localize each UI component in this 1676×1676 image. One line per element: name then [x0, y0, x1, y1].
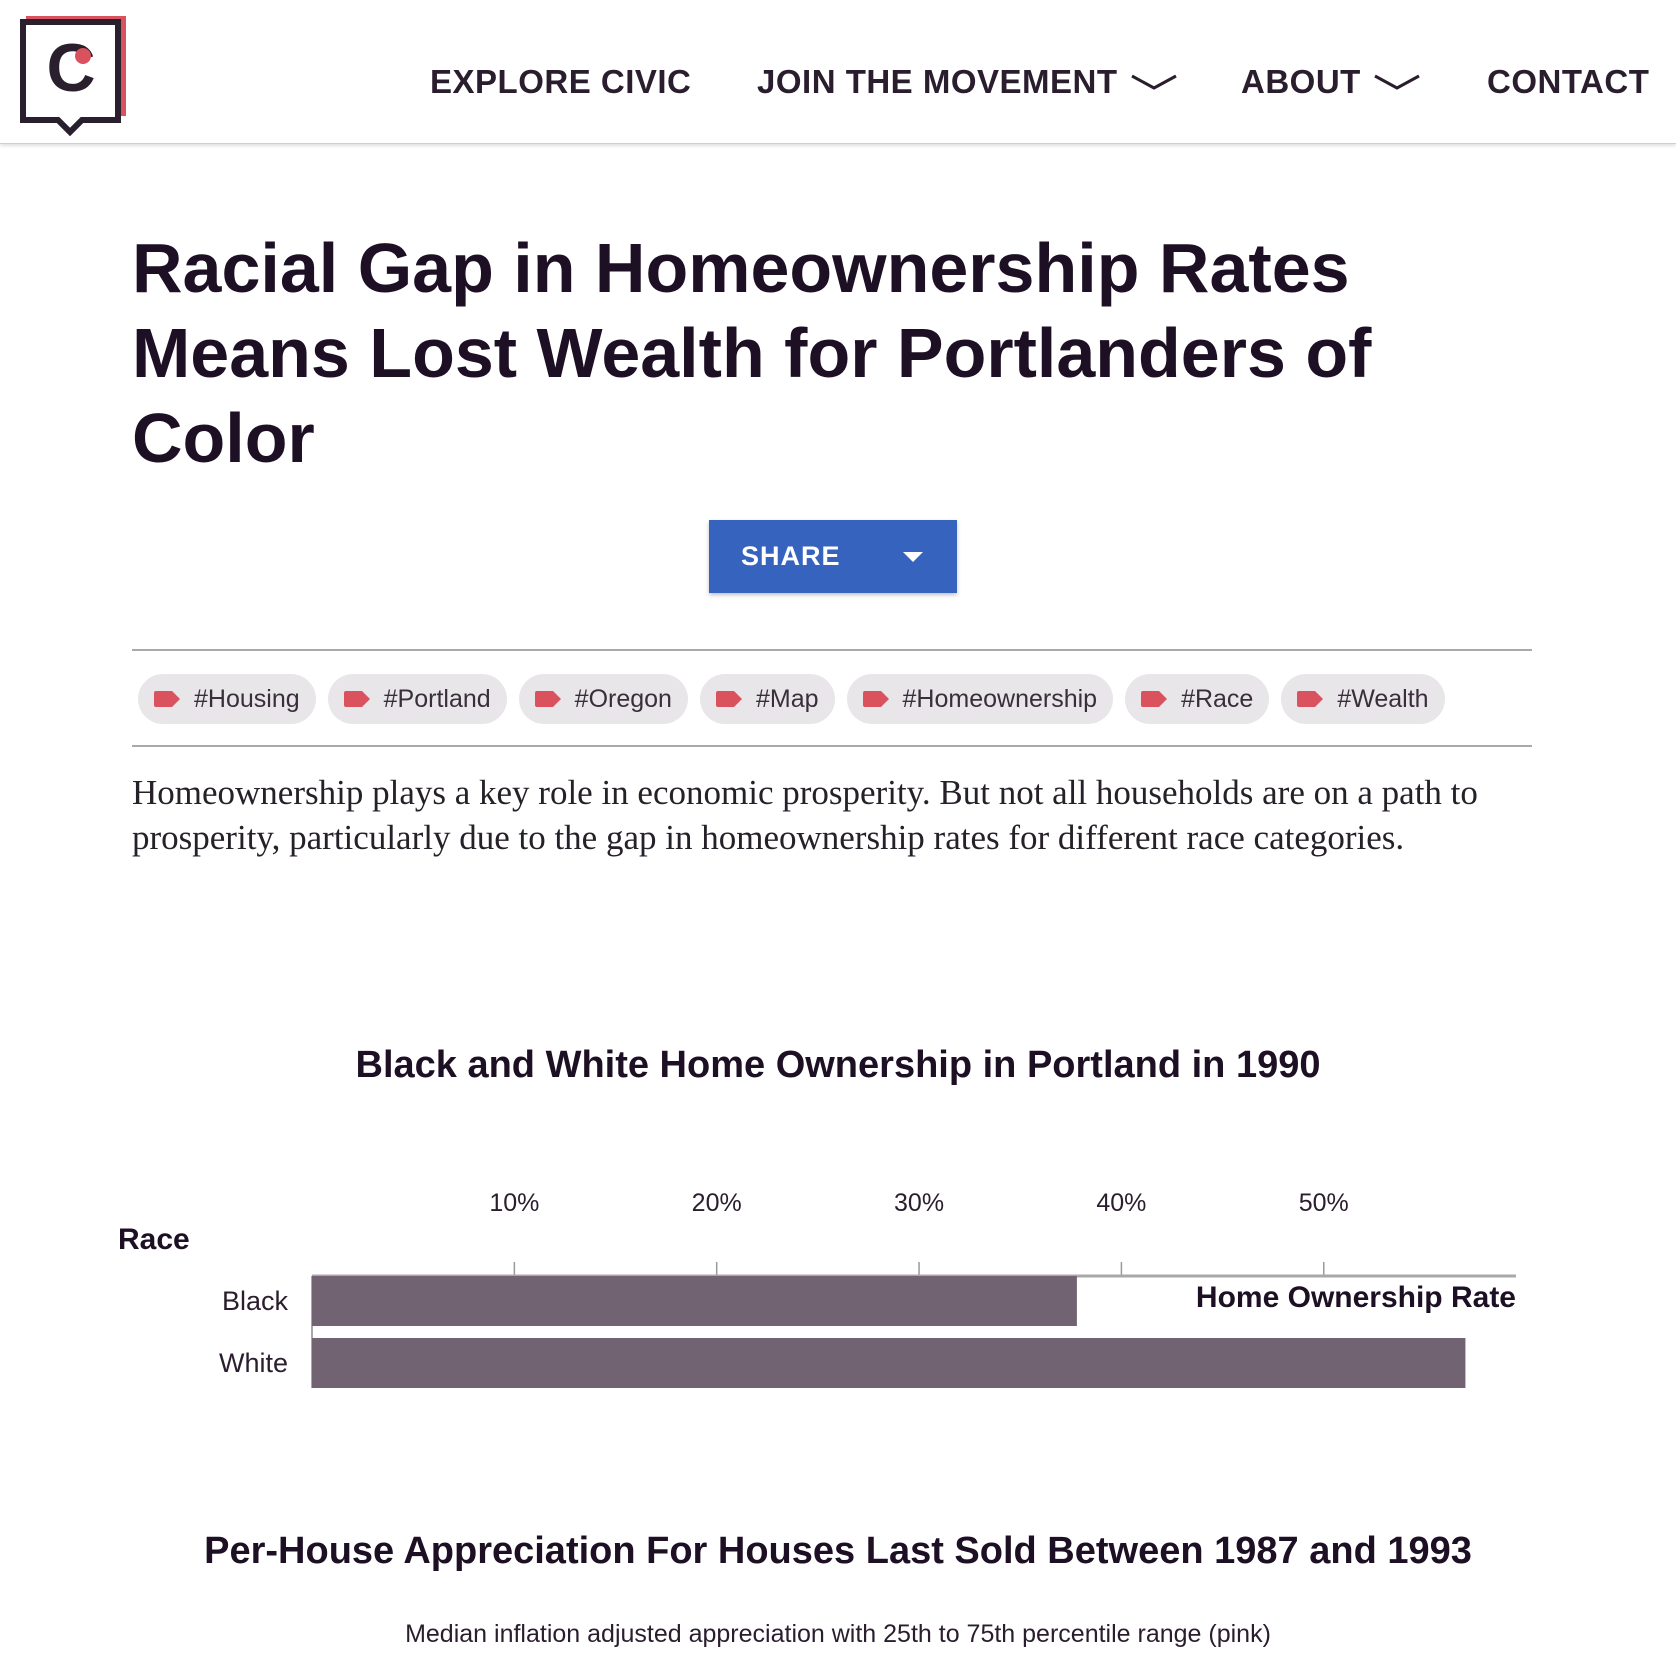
nav-contact[interactable]: CONTACT	[1487, 58, 1649, 106]
share-button[interactable]: SHARE	[709, 520, 957, 593]
tag-portland[interactable]: #Portland	[327, 674, 507, 724]
tag-homeownership[interactable]: #Homeownership	[846, 674, 1114, 724]
chevron-down-icon	[1130, 74, 1177, 90]
tag-map[interactable]: #Map	[699, 674, 835, 724]
tag-oregon[interactable]: #Oregon	[518, 674, 688, 724]
homeownership-bar-chart: 10% 20% 30% 40% 50% Race Black White Home Owners…	[118, 1189, 1516, 1388]
nav-explore-civic[interactable]: EXPLORE CIVIC	[430, 58, 691, 106]
nav-about-label: ABOUT	[1241, 63, 1361, 100]
tag-icon	[343, 691, 370, 707]
chart2-subtitle: Median inflation adjusted appreciation w…	[405, 1620, 1271, 1648]
tag-housing[interactable]: #Housing	[138, 674, 316, 724]
article-title: Racial Gap in Homeownership Rates Means …	[132, 229, 1372, 477]
nav-join-the-movement[interactable]: JOIN THE MOVEMENT	[757, 58, 1178, 106]
main-nav: EXPLORE CIVIC JOIN THE MOVEMENT ABOUT CO…	[0, 58, 1676, 106]
tag-wealth[interactable]: #Wealth	[1281, 674, 1445, 724]
tag-label: #Race	[1181, 684, 1254, 713]
tag-label: #Map	[755, 684, 819, 713]
tag-label: #Wealth	[1337, 684, 1429, 713]
tag-race[interactable]: #Race	[1125, 674, 1270, 724]
x-axis-label: Home Ownership Rate	[1196, 1281, 1516, 1314]
nav-about[interactable]: ABOUT	[1241, 58, 1421, 106]
intro-paragraph: Homeownership plays a key role in econom…	[132, 773, 1478, 857]
x-tick-label: 30%	[894, 1189, 944, 1217]
x-tick-label: 50%	[1299, 1189, 1349, 1217]
tag-icon	[862, 691, 889, 707]
nav-contact-label: CONTACT	[1487, 63, 1650, 100]
tag-label: #Homeownership	[902, 684, 1098, 713]
nav-join-the-movement-label: JOIN THE MOVEMENT	[757, 63, 1118, 100]
tag-icon	[154, 691, 180, 707]
chart-title: Black and White Home Ownership in Portla…	[355, 1044, 1321, 1086]
caret-down-icon	[903, 552, 923, 562]
category-label: Black	[222, 1286, 289, 1316]
tag-icon	[534, 691, 561, 707]
site-header: C EXPLORE CIVIC JOIN THE MOVEMENT ABOUT …	[0, 0, 1676, 144]
nav-explore-civic-label: EXPLORE CIVIC	[430, 63, 692, 100]
share-button-label: SHARE	[741, 541, 841, 571]
tag-label: #Oregon	[574, 684, 672, 713]
tag-label: #Housing	[194, 684, 300, 713]
tag-label: #Portland	[383, 684, 491, 713]
chart2-title: Per-House Appreciation For Houses Last S…	[204, 1530, 1472, 1572]
y-axis-label: Race	[118, 1223, 190, 1256]
tag-icon	[715, 691, 742, 707]
divider-bottom	[132, 745, 1532, 747]
divider-top	[132, 649, 1532, 651]
x-tick-label: 10%	[489, 1189, 539, 1217]
x-tick-label: 20%	[692, 1189, 742, 1217]
bar-black	[312, 1276, 1077, 1326]
chevron-down-icon	[1374, 74, 1420, 90]
tag-icon	[1141, 691, 1168, 707]
bar-white	[312, 1338, 1466, 1388]
tag-icon	[1297, 691, 1324, 707]
x-tick-label: 40%	[1096, 1189, 1146, 1217]
tag-list: #Housing #Portland #Oregon #Map #Homeown…	[138, 674, 1445, 724]
category-label: White	[219, 1348, 288, 1378]
